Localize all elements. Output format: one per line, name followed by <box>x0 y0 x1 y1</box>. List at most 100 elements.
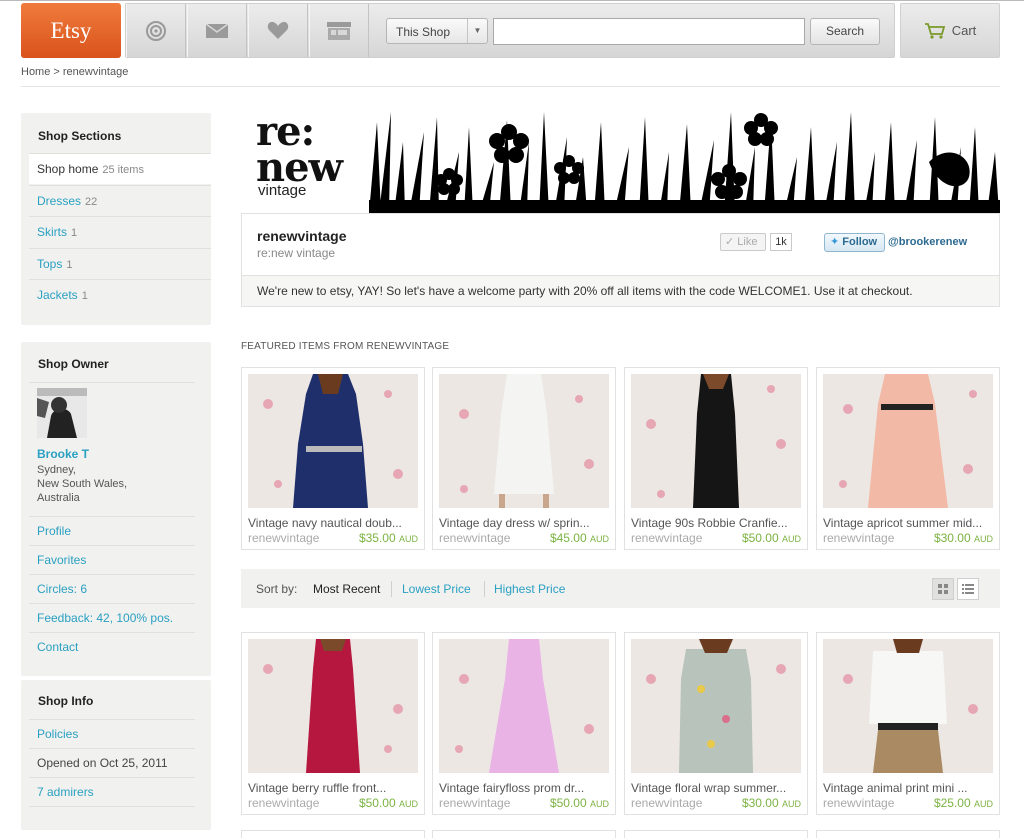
item-title[interactable]: Vintage 90s Robbie Cranfie... <box>631 516 801 530</box>
sort-highest-price[interactable]: Highest Price <box>494 582 565 596</box>
sort-lowest-price[interactable]: Lowest Price <box>402 582 471 596</box>
item-photo[interactable] <box>631 639 801 773</box>
item-price: $50.00 AUD <box>742 531 801 545</box>
owner-name[interactable]: Brooke T <box>37 447 89 461</box>
breadcrumb[interactable]: Home > renewvintage <box>21 66 128 78</box>
price-value: $30.00 <box>741 796 779 810</box>
price-currency: AUD <box>589 534 609 544</box>
shop-sections-title: Shop Sections <box>38 129 122 143</box>
activity-icon-button[interactable] <box>126 4 186 57</box>
item-photo[interactable] <box>248 374 418 508</box>
item-shop[interactable]: renewvintage <box>439 796 510 810</box>
item-title[interactable]: Vintage floral wrap summer... <box>631 781 801 795</box>
featured-item-card[interactable]: Vintage navy nautical doub... renewvinta… <box>241 367 425 550</box>
search-button[interactable]: Search <box>810 18 880 45</box>
owner-avatar[interactable] <box>37 388 87 438</box>
search-scope-label: This Shop <box>396 25 451 39</box>
item-photo[interactable] <box>631 374 801 508</box>
item-title[interactable]: Vintage animal print mini ... <box>823 781 993 795</box>
section-item-skirts[interactable]: Skirts 1 <box>29 216 211 247</box>
section-label: Skirts <box>37 225 67 239</box>
cart-button[interactable]: Cart <box>900 3 1000 58</box>
search-scope-dropdown[interactable]: This Shop ▼ <box>386 18 488 44</box>
storefront-icon <box>327 21 351 40</box>
item-title[interactable]: Vintage navy nautical doub... <box>248 516 418 530</box>
cart-label: Cart <box>951 23 977 38</box>
item-shop[interactable]: renewvintage <box>631 531 702 545</box>
sort-separator <box>484 581 485 597</box>
twitter-follow-button[interactable]: ✦ Follow <box>824 233 885 252</box>
section-item-tops[interactable]: Tops 1 <box>29 248 211 279</box>
section-item-shop-home[interactable]: Shop home 25 items <box>29 153 211 184</box>
listing-card[interactable]: Vintage animal print mini ... renewvinta… <box>816 632 1000 815</box>
item-shop[interactable]: renewvintage <box>631 796 702 810</box>
featured-item-card[interactable]: Vintage apricot summer mid... renewvinta… <box>816 367 1000 550</box>
item-price: $30.00 AUD <box>934 531 993 545</box>
follow-label: Follow <box>842 236 878 248</box>
listing-card[interactable]: Vintage floral wrap summer... renewvinta… <box>624 632 808 815</box>
item-photo[interactable] <box>248 639 418 773</box>
price-currency: AUD <box>398 534 418 544</box>
info-opened-date: Opened on Oct 25, 2011 <box>29 748 195 777</box>
listing-card-partial[interactable] <box>624 830 808 838</box>
price-value: $35.00 <box>358 531 396 545</box>
messages-icon-button[interactable] <box>187 4 247 57</box>
listing-card-partial[interactable] <box>432 830 616 838</box>
divider <box>29 806 195 807</box>
sort-separator <box>391 581 392 597</box>
section-label: Shop home <box>37 162 99 176</box>
sort-most-recent[interactable]: Most Recent <box>313 582 380 596</box>
price-value: $50.00 <box>549 796 587 810</box>
item-shop[interactable]: renewvintage <box>248 531 319 545</box>
item-photo[interactable] <box>823 639 993 773</box>
item-shop[interactable]: renewvintage <box>439 531 510 545</box>
listing-card[interactable]: Vintage berry ruffle front... renewvinta… <box>241 632 425 815</box>
price-value: $25.00 <box>933 796 971 810</box>
shop-banner: re: new vintage <box>241 112 1000 213</box>
featured-item-card[interactable]: Vintage day dress w/ sprin... renewvinta… <box>432 367 616 550</box>
list-icon <box>962 584 974 594</box>
item-title[interactable]: Vintage apricot summer mid... <box>823 516 993 530</box>
twitter-handle-link[interactable]: @brookerenew <box>888 236 967 248</box>
shop-icon-button[interactable] <box>309 4 369 57</box>
avatar-photo <box>37 388 87 438</box>
grid-icon <box>938 584 948 594</box>
item-shop[interactable]: renewvintage <box>248 796 319 810</box>
listing-card[interactable]: Vintage fairyfloss prom dr... renewvinta… <box>432 632 616 815</box>
item-title[interactable]: Vintage day dress w/ sprin... <box>439 516 609 530</box>
activity-icon <box>146 20 166 41</box>
like-button[interactable]: ✓ Like <box>720 233 766 251</box>
price-currency: AUD <box>398 799 418 809</box>
item-shop[interactable]: renewvintage <box>823 531 894 545</box>
section-item-dresses[interactable]: Dresses 22 <box>29 185 211 216</box>
item-shop[interactable]: renewvintage <box>823 796 894 810</box>
list-view-button[interactable] <box>957 578 979 600</box>
info-link-admirers[interactable]: 7 admirers <box>29 777 195 806</box>
info-link-policies[interactable]: Policies <box>29 719 195 748</box>
price-currency: AUD <box>589 799 609 809</box>
shop-header-card: renewvintage re:new vintage ✓ Like 1k ✦ … <box>241 213 1000 307</box>
owner-link-favorites[interactable]: Favorites <box>29 545 195 574</box>
owner-link-contact[interactable]: Contact <box>29 632 195 661</box>
item-photo[interactable] <box>823 374 993 508</box>
favorites-icon-button[interactable] <box>248 4 308 57</box>
search-input[interactable] <box>493 18 805 45</box>
owner-link-profile[interactable]: Profile <box>29 516 195 545</box>
item-photo[interactable] <box>439 374 609 508</box>
item-title[interactable]: Vintage berry ruffle front... <box>248 781 418 795</box>
listing-card-partial[interactable] <box>816 830 1000 838</box>
owner-link-circles[interactable]: Circles: 6 <box>29 574 195 603</box>
item-photo[interactable] <box>439 639 609 773</box>
featured-item-card[interactable]: Vintage 90s Robbie Cranfie... renewvinta… <box>624 367 808 550</box>
etsy-logo[interactable]: Etsy <box>21 3 121 58</box>
sort-label: Sort by: <box>256 582 298 596</box>
top-border <box>0 0 1024 1</box>
header-divider <box>21 86 1000 87</box>
item-title[interactable]: Vintage fairyfloss prom dr... <box>439 781 609 795</box>
divider <box>29 382 195 383</box>
grid-view-button[interactable] <box>932 578 954 600</box>
top-nav-bar: This Shop ▼ Search <box>125 3 895 58</box>
owner-link-feedback[interactable]: Feedback: 42, 100% pos. <box>29 603 195 632</box>
section-item-jackets[interactable]: Jackets 1 <box>29 279 211 310</box>
listing-card-partial[interactable] <box>241 830 425 838</box>
